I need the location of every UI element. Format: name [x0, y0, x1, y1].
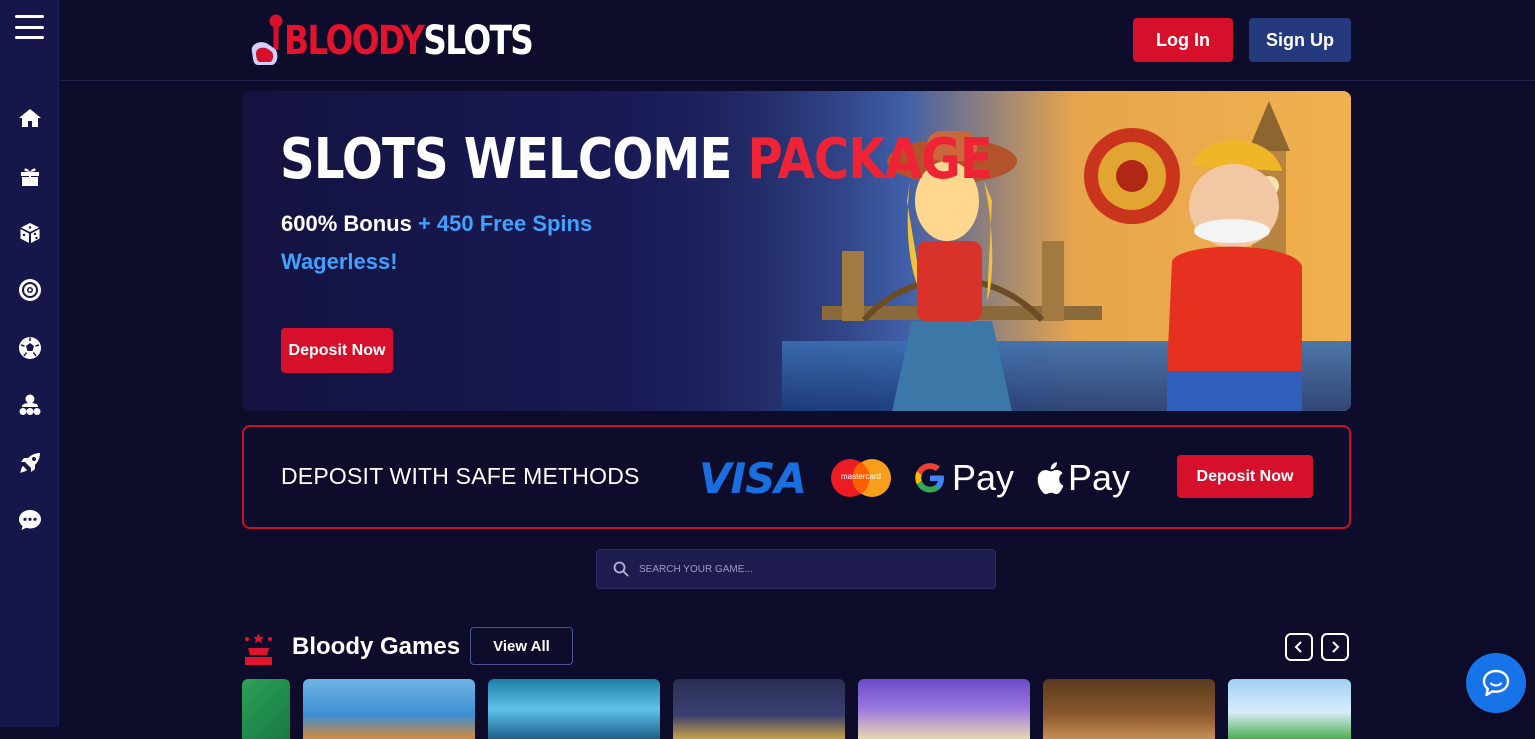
google-pay-logo: Pay	[914, 453, 1014, 503]
apple-pay-label: Pay	[1068, 457, 1131, 498]
sidebar	[0, 0, 59, 727]
chevron-right-icon	[1332, 641, 1340, 653]
hero-title: SLOTS WELCOME PACKAGE	[280, 127, 993, 192]
google-g-icon	[915, 463, 944, 493]
hero-wagerless: Wagerless!	[281, 249, 398, 274]
view-all-button[interactable]: View All	[470, 627, 573, 665]
logo-slots: SLOTS	[423, 18, 534, 64]
game-search[interactable]	[596, 549, 996, 589]
apple-pay-logo: Pay	[1036, 453, 1130, 503]
home-icon[interactable]	[17, 105, 43, 131]
gift-icon[interactable]	[17, 163, 43, 189]
logo[interactable]: BLOODYSLOTS	[250, 12, 534, 70]
mastercard-logo: mastercard	[830, 453, 892, 503]
carousel-next-button[interactable]	[1321, 633, 1349, 661]
game-tile[interactable]	[1228, 679, 1351, 739]
menu-icon[interactable]	[15, 15, 44, 39]
welcome-banner: SLOTS WELCOME PACKAGE 600% Bonus + 450 F…	[242, 91, 1351, 411]
chat-icon[interactable]	[17, 507, 43, 533]
slot-lever-logo-icon	[250, 12, 286, 70]
bloody-games-section-header: Bloody Games View All	[242, 627, 1351, 667]
hero-free-spins: + 450 Free Spins	[417, 211, 593, 236]
logo-wordmark: BLOODYSLOTS	[284, 18, 534, 64]
game-tile[interactable]	[303, 679, 475, 739]
live-chat-button[interactable]	[1466, 653, 1526, 713]
game-tile[interactable]	[858, 679, 1030, 739]
roulette-icon[interactable]	[17, 277, 43, 303]
methods-deposit-button[interactable]: Deposit Now	[1177, 455, 1313, 498]
dice-icon[interactable]	[17, 220, 43, 246]
mastercard-label: mastercard	[840, 472, 881, 481]
hero-bonus-percent: 600% Bonus	[281, 211, 412, 236]
live-dealer-icon[interactable]	[17, 392, 43, 418]
google-pay-label: Pay	[952, 457, 1015, 498]
game-tile[interactable]	[1043, 679, 1215, 739]
deposit-methods-box: DEPOSIT WITH SAFE METHODS VISA mastercar…	[242, 425, 1351, 529]
carousel-prev-button[interactable]	[1285, 633, 1313, 661]
hero-title-red: PACKAGE	[747, 127, 992, 192]
game-tile[interactable]	[242, 679, 290, 739]
bloody-games-title: Bloody Games	[292, 633, 461, 660]
search-input[interactable]	[639, 563, 979, 575]
rocket-icon[interactable]	[17, 450, 43, 476]
visa-logo: VISA	[699, 453, 807, 503]
login-button[interactable]: Log In	[1133, 18, 1233, 62]
chat-bubble-icon	[1482, 669, 1510, 697]
deposit-methods-title: DEPOSIT WITH SAFE METHODS	[281, 463, 640, 489]
apple-icon	[1037, 462, 1064, 495]
game-tile[interactable]	[488, 679, 660, 739]
search-icon	[613, 561, 629, 577]
signup-button[interactable]: Sign Up	[1249, 18, 1351, 62]
hero-bonus: 600% Bonus + 450 Free Spins	[281, 211, 592, 237]
game-tile[interactable]	[673, 679, 845, 739]
logo-bloody: BLOODY	[284, 18, 425, 64]
chevron-left-icon	[1294, 641, 1302, 653]
hero-title-white: SLOTS WELCOME	[280, 127, 732, 192]
hero-deposit-button[interactable]: Deposit Now	[281, 328, 393, 373]
bloody-games-icon	[245, 633, 272, 665]
soccer-ball-icon[interactable]	[17, 335, 43, 361]
